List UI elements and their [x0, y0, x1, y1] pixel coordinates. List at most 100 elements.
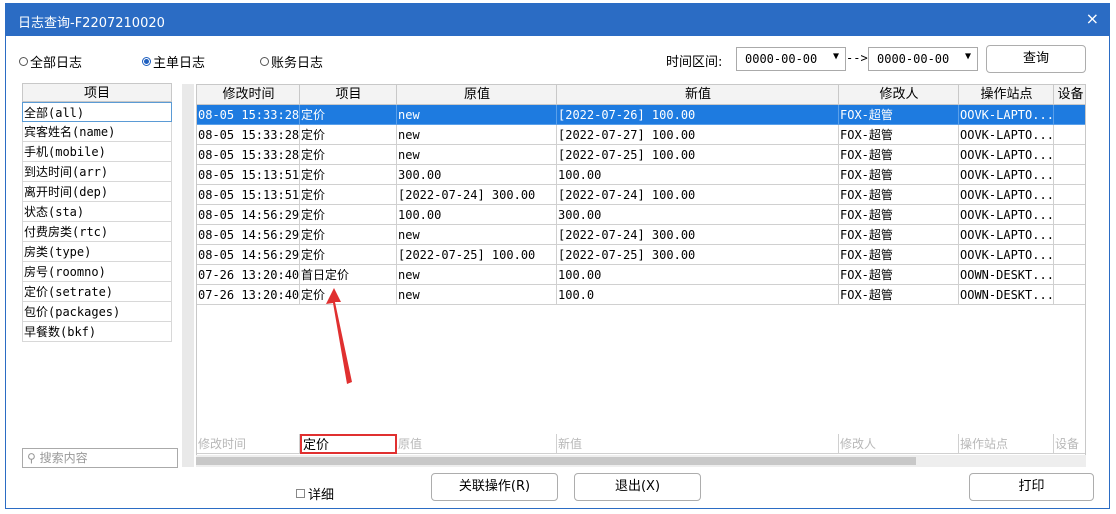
field-list-item[interactable]: 离开时间(dep) [22, 182, 172, 202]
table-cell: 100.0 [557, 285, 839, 305]
scrollbar-thumb[interactable] [196, 457, 916, 465]
table-row[interactable]: 08-05 15:13:51 定价 [2022-07-24] 300.00 [2022… [197, 185, 1085, 205]
field-list-item[interactable]: 早餐数(bkf) [22, 322, 172, 342]
related-operation-button[interactable]: 关联操作(R) [431, 473, 558, 501]
table-cell: FOX-超管 [839, 245, 959, 265]
column-header[interactable]: 修改时间 [197, 85, 300, 105]
table-cell: FOX-超管 [839, 185, 959, 205]
exit-button[interactable]: 退出(X) [574, 473, 701, 501]
table-row[interactable]: 07-26 13:20:40 定价 new 100.0 FOX-超管 OOWN-DESKT… [197, 285, 1085, 305]
query-button[interactable]: 查询 [986, 45, 1086, 73]
table-cell: 首日定价 [300, 265, 397, 285]
close-icon[interactable]: × [1086, 9, 1099, 28]
table-cell: OOVK-LAPTO... [959, 165, 1054, 185]
table-cell: 07-26 13:20:40 [197, 285, 300, 305]
field-list-item[interactable]: 房类(type) [22, 242, 172, 262]
search-input[interactable]: ⚲ 搜索内容 [22, 448, 178, 468]
field-list-item[interactable]: 手机(mobile) [22, 142, 172, 162]
table-cell: 定价 [300, 165, 397, 185]
table-cell: FOX-超管 [839, 165, 959, 185]
filter-cell[interactable]: 操作站点 [959, 434, 1054, 454]
table-row[interactable]: 08-05 15:33:28 定价 new [2022-07-25] 100.00 FO… [197, 145, 1085, 165]
table-cell: 定价 [300, 125, 397, 145]
column-header[interactable]: 修改人 [839, 85, 959, 105]
table-cell: 100.00 [557, 165, 839, 185]
log-query-window: 日志查询-F2207210020 × 全部日志 主单日志 账务日志 时间区间: … [5, 3, 1110, 509]
date-from-field[interactable]: 0000-00-00 ▼ [736, 47, 846, 71]
date-from-value: 0000-00-00 [745, 52, 818, 66]
table-cell: FOX-超管 [839, 105, 959, 125]
column-header[interactable]: 操作站点 [959, 85, 1054, 105]
table-row[interactable]: 08-05 14:56:29 定价 100.00 300.00 FOX-超管 OOVK-L… [197, 205, 1085, 225]
date-to-field[interactable]: 0000-00-00 ▼ [868, 47, 978, 71]
table-row[interactable]: 07-26 13:20:40 首日定价 new 100.00 FOX-超管 OOWN-DE… [197, 265, 1085, 285]
table-cell: FOX-超管 [839, 285, 959, 305]
radio-all-logs[interactable]: 全部日志 [19, 52, 82, 71]
table-cell: 08-05 15:33:28 [197, 145, 300, 165]
filter-cell[interactable]: 设备 [1054, 434, 1085, 454]
filter-cell[interactable]: 修改时间 [197, 434, 300, 454]
table-cell [1054, 145, 1085, 165]
field-list-item[interactable]: 到达时间(arr) [22, 162, 172, 182]
field-list-panel: 项目 全部(all) 宾客姓名(name) 手机(mobile) 到达时间(arr) 离… [22, 83, 172, 466]
detail-checkbox[interactable]: 详细 [296, 484, 334, 503]
table-cell: FOX-超管 [839, 145, 959, 165]
radio-account-logs-label: 账务日志 [271, 56, 324, 71]
filter-cell[interactable]: 修改人 [839, 434, 959, 454]
table-cell: OOWN-DESKT... [959, 265, 1054, 285]
horizontal-scrollbar[interactable] [196, 455, 1086, 467]
table-cell: 08-05 15:33:28 [197, 125, 300, 145]
radio-selected-icon [142, 57, 151, 66]
table-cell: 定价 [300, 285, 397, 305]
table-cell: [2022-07-24] 100.00 [557, 185, 839, 205]
filter-cell[interactable]: 新值 [557, 434, 839, 454]
table-cell [1054, 185, 1085, 205]
table-cell: 08-05 14:56:29 [197, 245, 300, 265]
table-cell [1054, 125, 1085, 145]
column-header[interactable]: 设备 [1054, 85, 1085, 105]
field-list-item[interactable]: 状态(sta) [22, 202, 172, 222]
window-title: 日志查询-F2207210020 [18, 16, 165, 31]
field-list-item[interactable]: 包价(packages) [22, 302, 172, 322]
field-list-item[interactable]: 付费房类(rtc) [22, 222, 172, 242]
field-list-item[interactable]: 房号(roomno) [22, 262, 172, 282]
print-button[interactable]: 打印 [969, 473, 1094, 501]
field-list-item[interactable]: 全部(all) [22, 102, 172, 122]
radio-circle-icon [260, 57, 269, 66]
chevron-down-icon[interactable]: ▼ [965, 51, 971, 62]
table-row[interactable]: 08-05 14:56:29 定价 [2022-07-25] 100.00 [2022… [197, 245, 1085, 265]
filter-cell[interactable]: 定价 [300, 434, 397, 454]
field-list-item[interactable]: 宾客姓名(name) [22, 122, 172, 142]
table-cell: OOVK-LAPTO... [959, 245, 1054, 265]
radio-main-logs[interactable]: 主单日志 [142, 52, 205, 71]
radio-all-logs-label: 全部日志 [30, 56, 83, 71]
chevron-down-icon[interactable]: ▼ [833, 51, 839, 62]
column-header[interactable]: 原值 [397, 85, 557, 105]
title-bar: 日志查询-F2207210020 × [6, 4, 1109, 36]
field-list-item[interactable]: 定价(setrate) [22, 282, 172, 302]
table-cell: FOX-超管 [839, 125, 959, 145]
filter-row[interactable]: 修改时间 定价 原值 新值 修改人 操作站点 设备 [197, 434, 1085, 454]
radio-circle-icon [19, 57, 28, 66]
table-row[interactable]: 08-05 15:33:28 定价 new [2022-07-27] 100.00 FO… [197, 125, 1085, 145]
table-cell: 08-05 15:13:51 [197, 165, 300, 185]
table-cell: 定价 [300, 105, 397, 125]
radio-main-logs-label: 主单日志 [153, 56, 206, 71]
table-row[interactable]: 08-05 15:33:28 定价 new [2022-07-26] 100.00 FO… [197, 105, 1085, 125]
table-cell [1054, 225, 1085, 245]
filter-cell[interactable]: 原值 [397, 434, 557, 454]
detail-label: 详细 [308, 488, 335, 503]
table-cell [1054, 285, 1085, 305]
table-row[interactable]: 08-05 14:56:29 定价 new [2022-07-24] 300.00 FO… [197, 225, 1085, 245]
table-cell [1054, 105, 1085, 125]
column-header[interactable]: 新值 [557, 85, 839, 105]
vertical-scrollbar[interactable] [182, 84, 194, 467]
table-cell [1054, 205, 1085, 225]
table-cell: OOWN-DESKT... [959, 285, 1054, 305]
search-icon: ⚲ [27, 451, 36, 465]
table-cell: 08-05 14:56:29 [197, 205, 300, 225]
table-row[interactable]: 08-05 15:13:51 定价 300.00 100.00 FOX-超管 OOVK-L… [197, 165, 1085, 185]
table-cell [1054, 265, 1085, 285]
column-header[interactable]: 项目 [300, 85, 397, 105]
radio-account-logs[interactable]: 账务日志 [260, 52, 323, 71]
